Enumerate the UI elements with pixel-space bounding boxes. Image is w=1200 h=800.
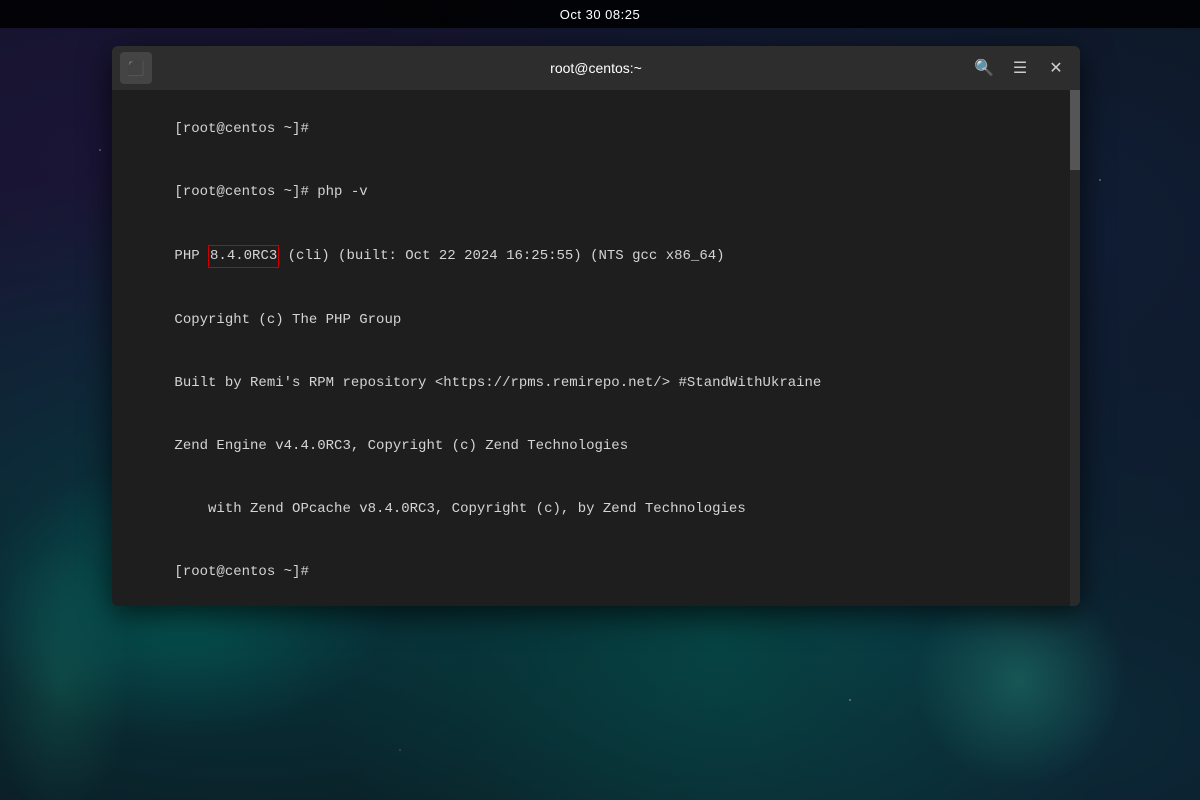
terminal-line: Zend Engine v4.4.0RC3, Copyright (c) Zen…: [124, 415, 1068, 478]
titlebar-controls: 🔍 ☰ ✕: [968, 52, 1072, 84]
terminal-scrollbar[interactable]: [1070, 90, 1080, 606]
terminal-body[interactable]: [root@centos ~]# [root@centos ~]# php -v…: [112, 90, 1080, 606]
scrollbar-thumb[interactable]: [1070, 90, 1080, 170]
close-icon: ✕: [1049, 58, 1062, 78]
terminal-line: [root@centos ~]#: [124, 541, 1068, 604]
search-button[interactable]: 🔍: [968, 52, 1000, 84]
prompt-3: [root@centos ~]#: [174, 564, 308, 580]
built-by-remi: Built by Remi's RPM repository <https://…: [174, 375, 821, 391]
close-button[interactable]: ✕: [1040, 52, 1072, 84]
terminal-window: ⬛ root@centos:~ 🔍 ☰ ✕ [root@centos ~]# […: [112, 46, 1080, 606]
php-label: PHP: [174, 248, 208, 264]
hamburger-icon: ☰: [1013, 58, 1027, 78]
terminal-line: [root@centos ~]#: [124, 604, 1068, 606]
terminal-icon-button[interactable]: ⬛: [120, 52, 152, 84]
terminal-titlebar: ⬛ root@centos:~ 🔍 ☰ ✕: [112, 46, 1080, 90]
php-version-badge: 8.4.0RC3: [208, 245, 279, 268]
search-icon: 🔍: [974, 58, 994, 78]
terminal-line: PHP 8.4.0RC3 (cli) (built: Oct 22 2024 1…: [124, 224, 1068, 289]
terminal-line: Built by Remi's RPM repository <https://…: [124, 352, 1068, 415]
terminal-line: [root@centos ~]# php -v: [124, 161, 1068, 224]
php-build-info: (cli) (built: Oct 22 2024 16:25:55) (NTS…: [279, 248, 724, 264]
terminal-line: with Zend OPcache v8.4.0RC3, Copyright (…: [124, 478, 1068, 541]
terminal-line: Copyright (c) The PHP Group: [124, 289, 1068, 352]
menu-button[interactable]: ☰: [1004, 52, 1036, 84]
zend-engine-info: Zend Engine v4.4.0RC3, Copyright (c) Zen…: [174, 438, 628, 454]
terminal-title: root@centos:~: [550, 60, 642, 76]
titlebar-left: ⬛: [120, 52, 152, 84]
prompt-1: [root@centos ~]#: [174, 121, 308, 137]
taskbar-clock: Oct 30 08:25: [560, 7, 640, 22]
taskbar: Oct 30 08:25: [0, 0, 1200, 28]
copyright-php: Copyright (c) The PHP Group: [174, 312, 401, 328]
terminal-app-icon: ⬛: [127, 60, 144, 77]
terminal-line: [root@centos ~]#: [124, 98, 1068, 161]
zend-opcache-info: with Zend OPcache v8.4.0RC3, Copyright (…: [174, 501, 745, 517]
prompt-2: [root@centos ~]# php -v: [174, 184, 367, 200]
